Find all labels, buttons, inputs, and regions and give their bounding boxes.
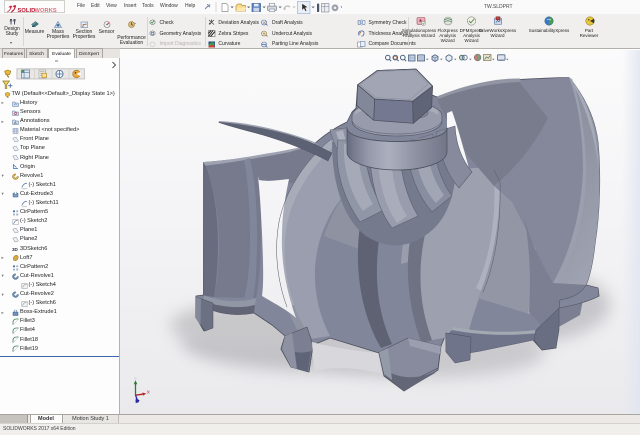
svg-text:3D: 3D [12, 247, 19, 252]
